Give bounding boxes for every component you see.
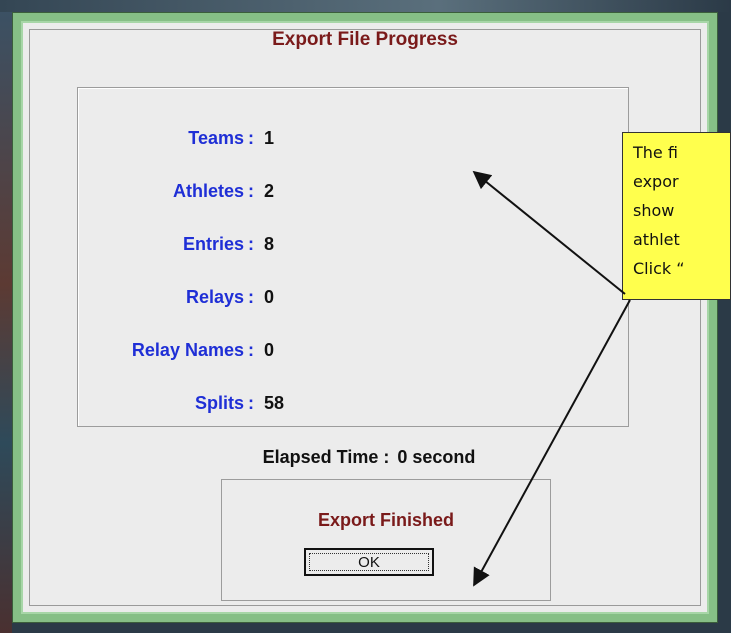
export-status-text: Export Finished xyxy=(317,510,454,530)
stat-colon: : xyxy=(248,234,254,254)
callout-line: athlet xyxy=(633,230,680,249)
stat-value: 0 xyxy=(264,287,275,307)
callout-line: The fi xyxy=(633,143,678,162)
stat-row-teams: Teams : 1 xyxy=(78,128,630,154)
desktop-background-top xyxy=(0,0,731,12)
stat-colon: : xyxy=(248,340,254,360)
stat-colon: : xyxy=(248,393,254,413)
window-frame: Export File Progress Teams : 1 Athletes … xyxy=(12,12,718,623)
stat-value: 58 xyxy=(264,393,285,413)
stats-panel: Teams : 1 Athletes : 2 Entries : 8 Relay… xyxy=(77,87,629,427)
stat-label: Splits xyxy=(194,393,244,413)
stat-label: Athletes xyxy=(172,181,244,201)
elapsed-time-label: Elapsed Time : xyxy=(262,447,390,467)
desktop-background-left xyxy=(0,0,12,633)
stat-row-relays: Relays : 0 xyxy=(78,287,630,313)
stat-value: 8 xyxy=(264,234,275,254)
stat-label: Relays xyxy=(185,287,244,307)
stat-row-splits: Splits : 58 xyxy=(78,393,630,419)
stat-colon: : xyxy=(248,181,254,201)
elapsed-time-value: 0 second xyxy=(397,447,476,467)
callout-line: expor xyxy=(633,172,679,191)
export-progress-dialog: Export File Progress Teams : 1 Athletes … xyxy=(21,21,709,614)
stat-label: Entries xyxy=(182,234,244,254)
stat-value: 0 xyxy=(264,340,275,360)
stat-row-entries: Entries : 8 xyxy=(78,234,630,260)
finish-panel: Export Finished OK xyxy=(221,479,551,601)
stat-colon: : xyxy=(248,128,254,148)
stat-value: 2 xyxy=(264,181,275,201)
ok-button-label: OK xyxy=(309,553,429,571)
elapsed-time: Elapsed Time : 0 second xyxy=(23,447,707,468)
callout-line: show xyxy=(633,201,675,220)
stat-colon: : xyxy=(248,287,254,307)
ok-button[interactable]: OK xyxy=(304,548,434,576)
stat-label: Relay Names xyxy=(131,340,244,360)
stat-row-relay-names: Relay Names : 0 xyxy=(78,340,630,366)
callout-line: Click “ xyxy=(633,259,685,278)
stat-label: Teams xyxy=(188,128,244,148)
dialog-title: Export File Progress xyxy=(272,29,458,50)
callout-note: The fi expor show athlet Click “ xyxy=(622,132,731,300)
stat-value: 1 xyxy=(264,128,275,148)
stat-row-athletes: Athletes : 2 xyxy=(78,181,630,207)
